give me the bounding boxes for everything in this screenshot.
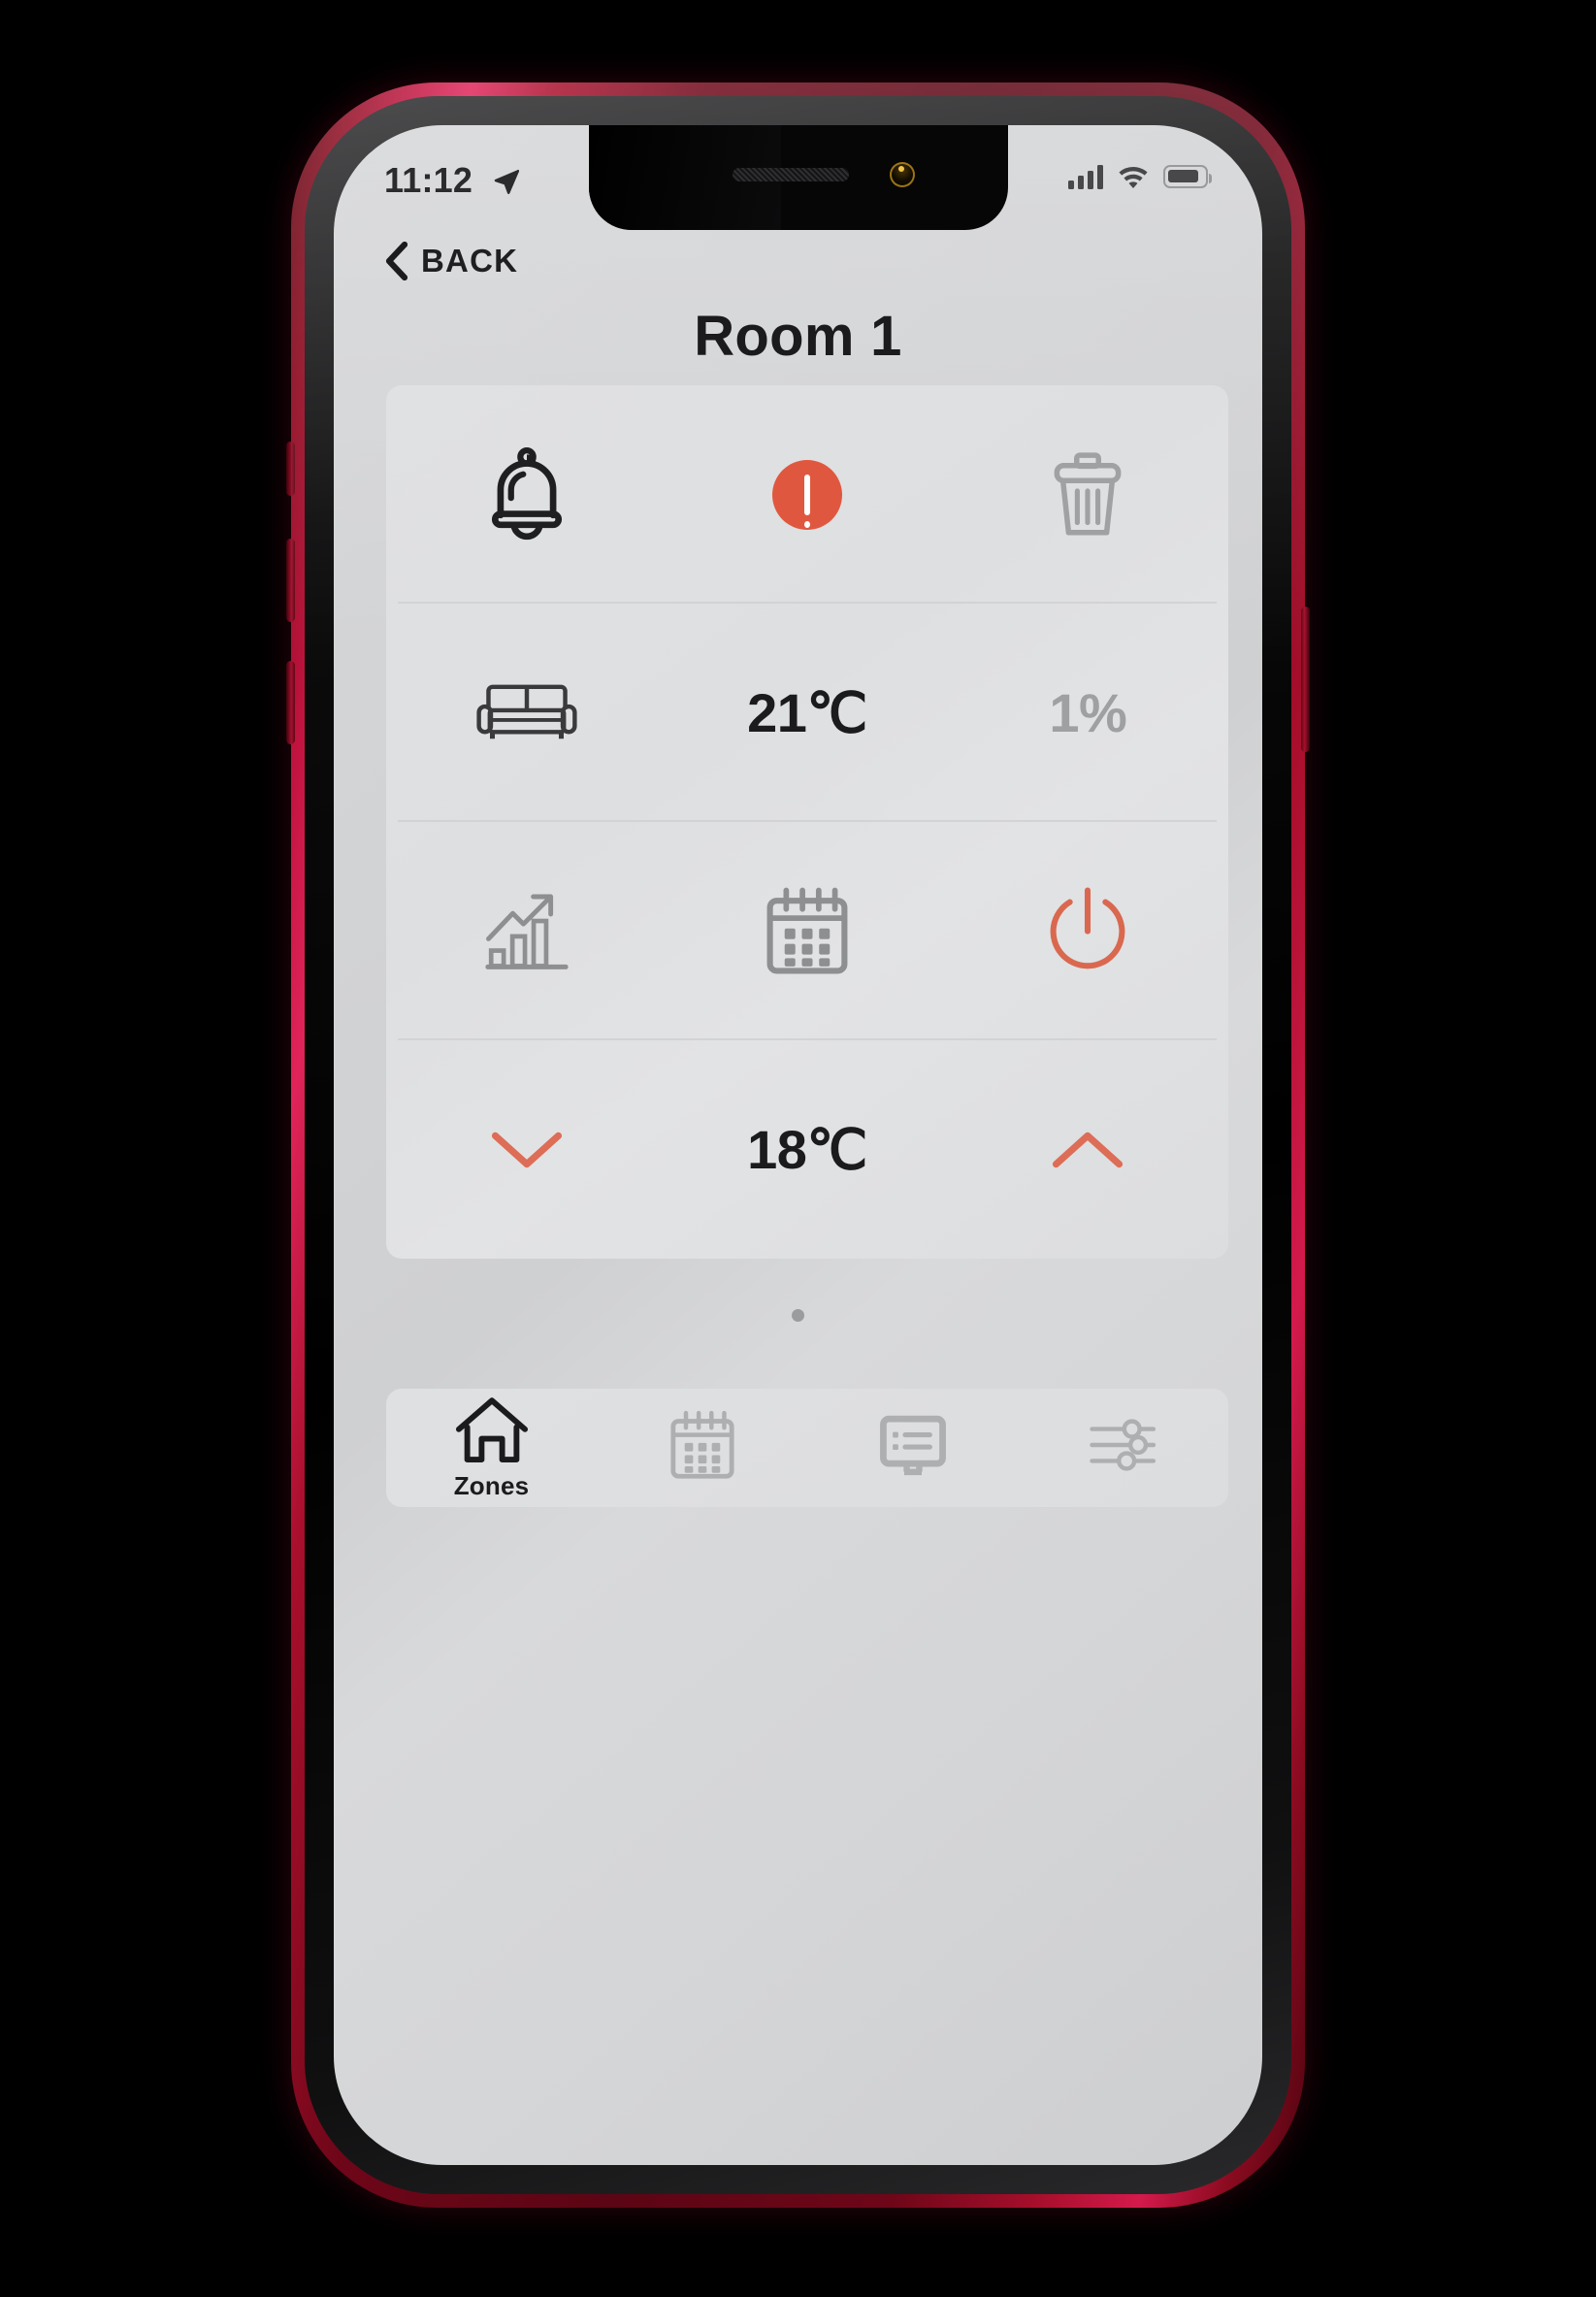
tab-zones[interactable]: Zones bbox=[386, 1395, 597, 1501]
notch bbox=[588, 125, 1008, 230]
calendar-icon bbox=[762, 884, 853, 979]
tab-schedule[interactable] bbox=[597, 1408, 807, 1489]
home-icon bbox=[453, 1395, 531, 1465]
room-type-button[interactable] bbox=[386, 677, 667, 749]
bell-button[interactable] bbox=[386, 446, 667, 543]
alert-exclamation-icon bbox=[771, 459, 842, 530]
power-icon bbox=[1043, 883, 1132, 980]
tab-zones-label: Zones bbox=[453, 1471, 530, 1500]
cellular-signal-icon bbox=[1068, 164, 1103, 189]
trash-icon bbox=[1046, 447, 1129, 542]
front-camera bbox=[889, 162, 915, 187]
room-control-card: 21℃ 1% 18℃ bbox=[386, 385, 1228, 1259]
screenshot-canvas: 11:12 BACK Room 1 21℃ 1% 18℃ Zones bbox=[0, 0, 1596, 2297]
earpiece-speaker bbox=[732, 168, 849, 181]
decrease-temperature-button[interactable] bbox=[386, 1128, 667, 1172]
bell-icon bbox=[482, 446, 571, 543]
delete-button[interactable] bbox=[948, 447, 1228, 542]
side-power-button[interactable] bbox=[1301, 607, 1310, 752]
statistics-chart-icon bbox=[481, 888, 572, 975]
chevron-up-icon bbox=[1050, 1128, 1125, 1172]
phone-inner-bezel: 11:12 BACK Room 1 21℃ 1% 18℃ Zones bbox=[305, 96, 1291, 2194]
status-time: 11:12 bbox=[384, 160, 473, 200]
calendar-icon bbox=[667, 1408, 738, 1483]
phone-screen: 11:12 BACK Room 1 21℃ 1% 18℃ Zones bbox=[334, 125, 1262, 2165]
schedule-button[interactable] bbox=[667, 884, 947, 979]
tab-display[interactable] bbox=[807, 1411, 1018, 1486]
humidity-value: 1% bbox=[1049, 682, 1127, 743]
increase-temperature-button[interactable] bbox=[948, 1128, 1228, 1172]
target-temperature: 18℃ bbox=[747, 1118, 867, 1180]
volume-up-button[interactable] bbox=[286, 539, 295, 622]
mute-switch[interactable] bbox=[286, 442, 295, 496]
bottom-tab-bar: Zones bbox=[386, 1389, 1228, 1507]
power-button[interactable] bbox=[948, 883, 1228, 980]
alert-button[interactable] bbox=[667, 459, 947, 530]
current-temperature: 21℃ bbox=[747, 681, 867, 743]
pagination-dot-active[interactable] bbox=[792, 1309, 804, 1322]
tools-row bbox=[386, 822, 1228, 1040]
sofa-icon bbox=[474, 677, 579, 749]
tab-settings[interactable] bbox=[1018, 1414, 1228, 1482]
volume-down-button[interactable] bbox=[286, 661, 295, 744]
setpoint-row: 18℃ bbox=[386, 1040, 1228, 1259]
chevron-down-icon bbox=[489, 1128, 565, 1172]
battery-icon bbox=[1163, 164, 1212, 188]
statistics-button[interactable] bbox=[386, 888, 667, 975]
status-indicators bbox=[1068, 163, 1212, 189]
phone-frame: 11:12 BACK Room 1 21℃ 1% 18℃ Zones bbox=[286, 82, 1310, 2208]
alerts-row bbox=[386, 385, 1228, 604]
monitor-icon bbox=[877, 1411, 949, 1480]
pagination-dots bbox=[334, 1309, 1262, 1322]
location-arrow-icon bbox=[492, 166, 521, 195]
page-title: Room 1 bbox=[694, 305, 902, 368]
back-button[interactable]: BACK bbox=[384, 242, 518, 280]
wifi-icon bbox=[1117, 163, 1150, 189]
back-label: BACK bbox=[421, 243, 519, 279]
sliders-icon bbox=[1087, 1414, 1160, 1476]
chevron-left-icon bbox=[384, 242, 407, 280]
climate-row: 21℃ 1% bbox=[386, 604, 1228, 822]
